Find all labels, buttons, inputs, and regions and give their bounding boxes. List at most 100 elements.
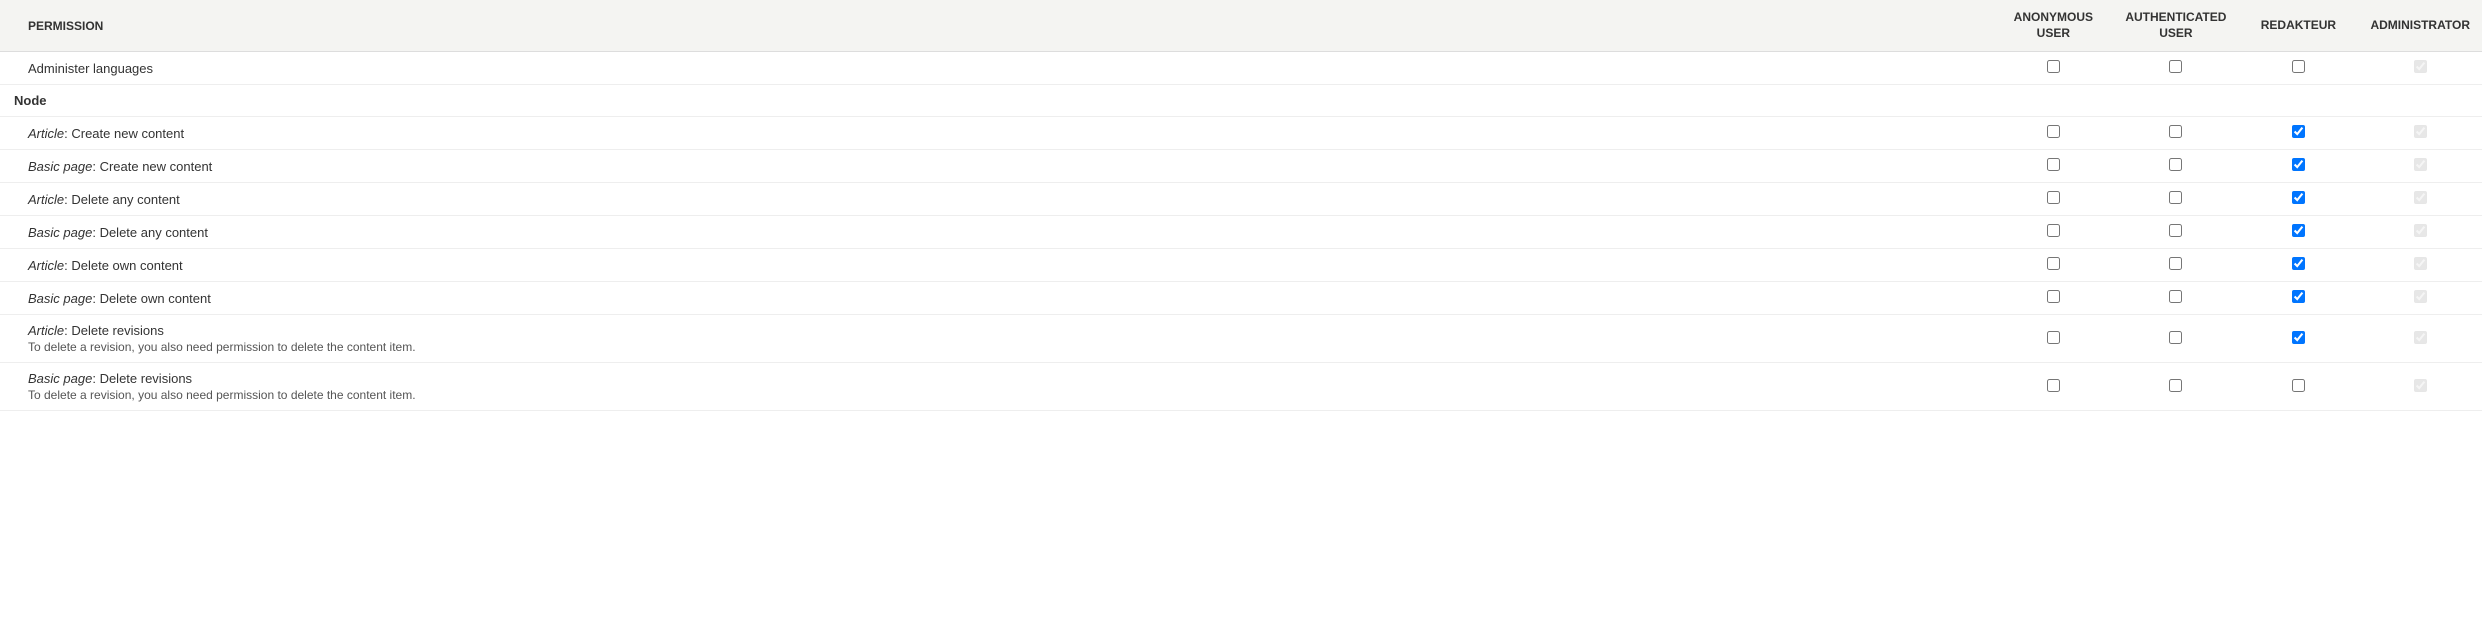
permission-prefix: Article	[28, 192, 64, 207]
permission-checkbox[interactable]	[2047, 290, 2060, 303]
permission-checkbox	[2414, 191, 2427, 204]
permission-checkbox[interactable]	[2169, 158, 2182, 171]
header-permission: PERMISSION	[0, 0, 1993, 52]
permission-checkbox[interactable]	[2169, 224, 2182, 237]
permission-label: Administer languages	[28, 61, 153, 76]
permission-description: To delete a revision, you also need perm…	[28, 388, 1981, 402]
permission-checkbox-cell	[1993, 216, 2113, 249]
permission-checkbox[interactable]	[2047, 158, 2060, 171]
header-role-authenticated: AUTHENTICATED USER	[2113, 0, 2238, 52]
table-header-row: PERMISSION ANONYMOUS USER AUTHENTICATED …	[0, 0, 2482, 52]
permission-checkbox	[2414, 331, 2427, 344]
permission-description: To delete a revision, you also need perm…	[28, 340, 1981, 354]
permission-checkbox[interactable]	[2047, 125, 2060, 138]
permission-label-cell: Administer languages	[0, 52, 1993, 85]
permission-checkbox-cell	[2113, 315, 2238, 363]
permission-checkbox-cell	[2113, 363, 2238, 411]
permission-title: Article: Create new content	[28, 126, 1981, 141]
permission-checkbox[interactable]	[2169, 257, 2182, 270]
permission-label: Delete own content	[71, 258, 182, 273]
permission-checkbox[interactable]	[2047, 379, 2060, 392]
permission-checkbox[interactable]	[2169, 290, 2182, 303]
permission-checkbox[interactable]	[2047, 224, 2060, 237]
permission-label-cell: Article: Delete any content	[0, 183, 1993, 216]
permission-prefix: Article	[28, 126, 64, 141]
permission-title: Basic page: Delete own content	[28, 291, 1981, 306]
permission-checkbox[interactable]	[2292, 125, 2305, 138]
permission-prefix: Article	[28, 323, 64, 338]
permission-checkbox-cell	[2113, 150, 2238, 183]
permission-checkbox-cell	[2358, 315, 2482, 363]
permission-row: Basic page: Delete revisions To delete a …	[0, 363, 2482, 411]
permission-checkbox[interactable]	[2047, 331, 2060, 344]
permission-title: Administer languages	[28, 61, 1981, 76]
permission-checkbox-cell	[2113, 216, 2238, 249]
permission-checkbox-cell	[2238, 183, 2358, 216]
permission-checkbox[interactable]	[2047, 191, 2060, 204]
permission-checkbox-cell	[2238, 150, 2358, 183]
permission-title: Basic page: Delete any content	[28, 225, 1981, 240]
permission-checkbox[interactable]	[2169, 331, 2182, 344]
permission-checkbox-cell	[2238, 249, 2358, 282]
permission-checkbox[interactable]	[2169, 125, 2182, 138]
permission-label: Delete any content	[100, 225, 208, 240]
permission-checkbox-cell	[2113, 282, 2238, 315]
header-role-redakteur: REDAKTEUR	[2238, 0, 2358, 52]
permission-checkbox[interactable]	[2292, 158, 2305, 171]
permission-checkbox[interactable]	[2169, 60, 2182, 73]
permission-checkbox-cell	[2358, 150, 2482, 183]
header-role-administrator: ADMINISTRATOR	[2358, 0, 2482, 52]
header-role-anonymous: ANONYMOUS USER	[1993, 0, 2113, 52]
permission-checkbox[interactable]	[2292, 224, 2305, 237]
module-label: Node	[0, 85, 2482, 117]
permission-prefix: Basic page	[28, 371, 92, 386]
permission-checkbox-cell	[2238, 363, 2358, 411]
permission-row: Basic page: Delete any content	[0, 216, 2482, 249]
permission-prefix: Basic page	[28, 291, 92, 306]
permission-checkbox-cell	[1993, 183, 2113, 216]
permission-checkbox[interactable]	[2047, 257, 2060, 270]
permission-checkbox[interactable]	[2292, 191, 2305, 204]
permission-checkbox	[2414, 125, 2427, 138]
permission-checkbox-cell	[1993, 363, 2113, 411]
permission-checkbox-cell	[2358, 183, 2482, 216]
permission-title: Article: Delete any content	[28, 192, 1981, 207]
permission-checkbox-cell	[2238, 216, 2358, 249]
permission-row: Article: Delete revisions To delete a rev…	[0, 315, 2482, 363]
permission-prefix: Basic page	[28, 225, 92, 240]
permission-title: Basic page: Create new content	[28, 159, 1981, 174]
permission-label-cell: Basic page: Create new content	[0, 150, 1993, 183]
permission-checkbox[interactable]	[2292, 379, 2305, 392]
permission-label-cell: Basic page: Delete revisions To delete a …	[0, 363, 1993, 411]
permission-row: Article: Create new content	[0, 117, 2482, 150]
permission-checkbox-cell	[1993, 150, 2113, 183]
permission-label: Create new content	[100, 159, 213, 174]
permission-checkbox[interactable]	[2169, 191, 2182, 204]
permission-checkbox-cell	[2358, 216, 2482, 249]
permission-checkbox-cell	[1993, 52, 2113, 85]
permission-checkbox[interactable]	[2292, 257, 2305, 270]
permission-label: Delete any content	[71, 192, 179, 207]
permission-checkbox[interactable]	[2292, 331, 2305, 344]
module-row: Node	[0, 85, 2482, 117]
permission-label-cell: Basic page: Delete any content	[0, 216, 1993, 249]
permission-checkbox-cell	[2238, 282, 2358, 315]
permission-row: Basic page: Delete own content	[0, 282, 2482, 315]
permission-checkbox-cell	[2358, 282, 2482, 315]
permission-checkbox[interactable]	[2292, 60, 2305, 73]
permission-checkbox[interactable]	[2292, 290, 2305, 303]
permission-title: Article: Delete revisions	[28, 323, 1981, 338]
permission-checkbox-cell	[1993, 282, 2113, 315]
permission-checkbox	[2414, 158, 2427, 171]
permission-label-cell: Article: Create new content	[0, 117, 1993, 150]
permission-checkbox-cell	[1993, 315, 2113, 363]
permission-checkbox-cell	[2113, 249, 2238, 282]
permission-checkbox-cell	[2238, 117, 2358, 150]
permission-row: Basic page: Create new content	[0, 150, 2482, 183]
permission-checkbox-cell	[1993, 249, 2113, 282]
permission-checkbox[interactable]	[2169, 379, 2182, 392]
permission-checkbox	[2414, 257, 2427, 270]
permission-checkbox[interactable]	[2047, 60, 2060, 73]
permission-title: Basic page: Delete revisions	[28, 371, 1981, 386]
permission-checkbox	[2414, 224, 2427, 237]
